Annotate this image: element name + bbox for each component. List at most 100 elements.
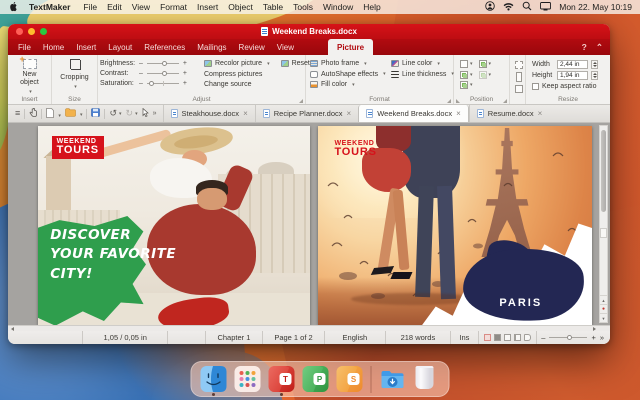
- status-insert-mode[interactable]: Ins: [450, 331, 477, 344]
- document-tab-resume[interactable]: Resume.docx ×: [468, 105, 550, 122]
- title-bar[interactable]: Weekend Breaks.docx: [8, 24, 610, 39]
- change-source-button[interactable]: Change source: [204, 81, 303, 88]
- browse-previous-icon[interactable]: ▲: [600, 295, 607, 304]
- width-step-up-icon[interactable]: [592, 62, 597, 64]
- dock-textmaker-icon[interactable]: T: [268, 366, 295, 396]
- photo-frame-button[interactable]: Photo frame: [310, 60, 391, 67]
- close-tab-icon[interactable]: ×: [456, 109, 461, 118]
- height-step-down-icon[interactable]: [592, 76, 597, 78]
- document-page-1[interactable]: DISCOVER YOUR FAVORITE CITY! WEEKEND TOU…: [38, 126, 310, 325]
- select-objects-icon[interactable]: [515, 61, 523, 69]
- dock-planmaker-icon[interactable]: P: [302, 366, 329, 392]
- line-thickness-button[interactable]: Line thickness: [391, 70, 451, 78]
- wifi-icon[interactable]: [503, 2, 514, 13]
- position-align-button[interactable]: [478, 70, 492, 79]
- hscroll-right-icon[interactable]: [593, 327, 596, 331]
- menu-format[interactable]: Format: [155, 2, 192, 12]
- display-icon[interactable]: [540, 1, 552, 13]
- ribbon-tab-review[interactable]: Review: [233, 39, 271, 55]
- document-tab-weekend-breaks[interactable]: Weekend Breaks.docx ×: [358, 105, 469, 122]
- recolor-picture-button[interactable]: Recolor picture: [204, 60, 270, 67]
- status-page-number[interactable]: Page 1 of 2: [261, 331, 324, 344]
- position-order-front-button[interactable]: [460, 70, 473, 79]
- touch-mode-icon[interactable]: [29, 107, 38, 119]
- undo-icon[interactable]: ↺: [109, 109, 121, 118]
- height-step-up-icon[interactable]: [592, 73, 597, 75]
- object-mode-icon[interactable]: [142, 107, 149, 119]
- status-language[interactable]: English: [324, 331, 384, 344]
- autoshape-effects-button[interactable]: AutoShape effects: [310, 70, 391, 78]
- status-word-count[interactable]: 218 words: [384, 331, 451, 344]
- position-page-button[interactable]: [460, 60, 473, 68]
- menu-view[interactable]: View: [127, 2, 155, 12]
- qat-overflow-icon[interactable]: »: [153, 110, 157, 117]
- height-stepper[interactable]: [591, 71, 598, 80]
- document-page-2[interactable]: PARIS WEEKEND TOURS: [318, 126, 592, 325]
- saturation-slider[interactable]: [146, 80, 179, 86]
- brightness-slider[interactable]: [146, 60, 179, 66]
- close-tab-icon[interactable]: ×: [243, 109, 248, 118]
- ribbon-tab-picture[interactable]: Picture: [327, 39, 374, 55]
- view-normal-icon[interactable]: [483, 334, 491, 341]
- object-properties-icon[interactable]: [515, 85, 523, 93]
- ribbon-tab-layout[interactable]: Layout: [102, 39, 138, 55]
- ribbon-tab-insert[interactable]: Insert: [70, 39, 102, 55]
- ribbon-tab-mailings[interactable]: Mailings: [191, 39, 232, 55]
- browse-object-icon[interactable]: ●: [600, 304, 607, 313]
- zoom-slider[interactable]: [549, 334, 588, 340]
- ribbon-tab-home[interactable]: Home: [37, 39, 70, 55]
- view-outline-icon[interactable]: [503, 334, 511, 341]
- close-tab-icon[interactable]: ×: [538, 109, 543, 118]
- zoom-slider-thumb[interactable]: [566, 334, 572, 340]
- saturation-plus-button[interactable]: +: [183, 80, 187, 87]
- brightness-plus-button[interactable]: +: [183, 60, 187, 67]
- ribbon-collapse-icon[interactable]: ⌃: [596, 42, 603, 53]
- hscroll-left-icon[interactable]: [11, 327, 14, 331]
- position-dialog-launcher-icon[interactable]: [503, 99, 507, 103]
- zoom-out-button[interactable]: –: [541, 333, 545, 342]
- view-book-icon[interactable]: [523, 334, 531, 341]
- menu-table[interactable]: Table: [258, 2, 288, 12]
- menu-window[interactable]: Window: [318, 2, 358, 12]
- horizontal-scrollbar[interactable]: [8, 325, 610, 331]
- ribbon-tab-view[interactable]: View: [271, 39, 300, 55]
- menubar-app-name[interactable]: TextMaker: [25, 2, 74, 12]
- dock-presentations-icon[interactable]: S: [336, 366, 363, 392]
- open-document-icon[interactable]: [65, 108, 83, 119]
- status-overflow-icon[interactable]: »: [600, 333, 604, 342]
- status-chapter[interactable]: Chapter 1: [204, 331, 262, 344]
- view-master-icon[interactable]: [493, 334, 501, 341]
- compress-pictures-button[interactable]: Compress pictures: [204, 71, 303, 78]
- menu-tools[interactable]: Tools: [288, 2, 318, 12]
- cropping-button[interactable]: Cropping: [54, 57, 95, 95]
- width-step-down-icon[interactable]: [592, 65, 597, 67]
- redo-icon[interactable]: ↻: [126, 109, 138, 118]
- vertical-scrollbar[interactable]: ▲ ● ▼: [599, 125, 608, 323]
- dock-launchpad-icon[interactable]: [234, 366, 261, 392]
- width-field[interactable]: [557, 60, 588, 69]
- split-view-handle[interactable]: [600, 227, 607, 238]
- document-tab-recipe-planner[interactable]: Recipe Planner.docx ×: [254, 105, 358, 122]
- ribbon-tab-file[interactable]: File: [12, 39, 37, 55]
- menubar-clock[interactable]: Mon 22. May 10:19: [559, 2, 632, 12]
- fill-color-button[interactable]: Fill color: [310, 81, 391, 88]
- saturation-slider-thumb[interactable]: [149, 80, 155, 86]
- keep-aspect-ratio-checkbox[interactable]: [532, 83, 539, 90]
- dock-finder-icon[interactable]: [200, 366, 227, 396]
- contrast-slider-thumb[interactable]: [161, 70, 167, 76]
- adjust-dialog-launcher-icon[interactable]: [299, 99, 303, 103]
- user-switch-icon[interactable]: [485, 1, 495, 13]
- vertical-scrollbar-thumb[interactable]: [601, 130, 606, 213]
- contrast-slider[interactable]: [146, 70, 179, 76]
- menu-file[interactable]: File: [78, 2, 102, 12]
- ribbon-help-icon[interactable]: ?: [582, 42, 587, 52]
- dock-trash-icon[interactable]: [414, 366, 440, 392]
- text-wrap-icon[interactable]: [516, 72, 522, 82]
- position-dialog-launcher-left-icon[interactable]: [456, 99, 460, 103]
- browse-next-icon[interactable]: ▼: [600, 313, 607, 322]
- dock-downloads-icon[interactable]: [380, 366, 406, 392]
- contrast-minus-button[interactable]: –: [139, 70, 143, 77]
- zoom-in-button[interactable]: +: [591, 333, 595, 342]
- minimize-window-button[interactable]: [28, 28, 35, 35]
- width-stepper[interactable]: [591, 60, 598, 69]
